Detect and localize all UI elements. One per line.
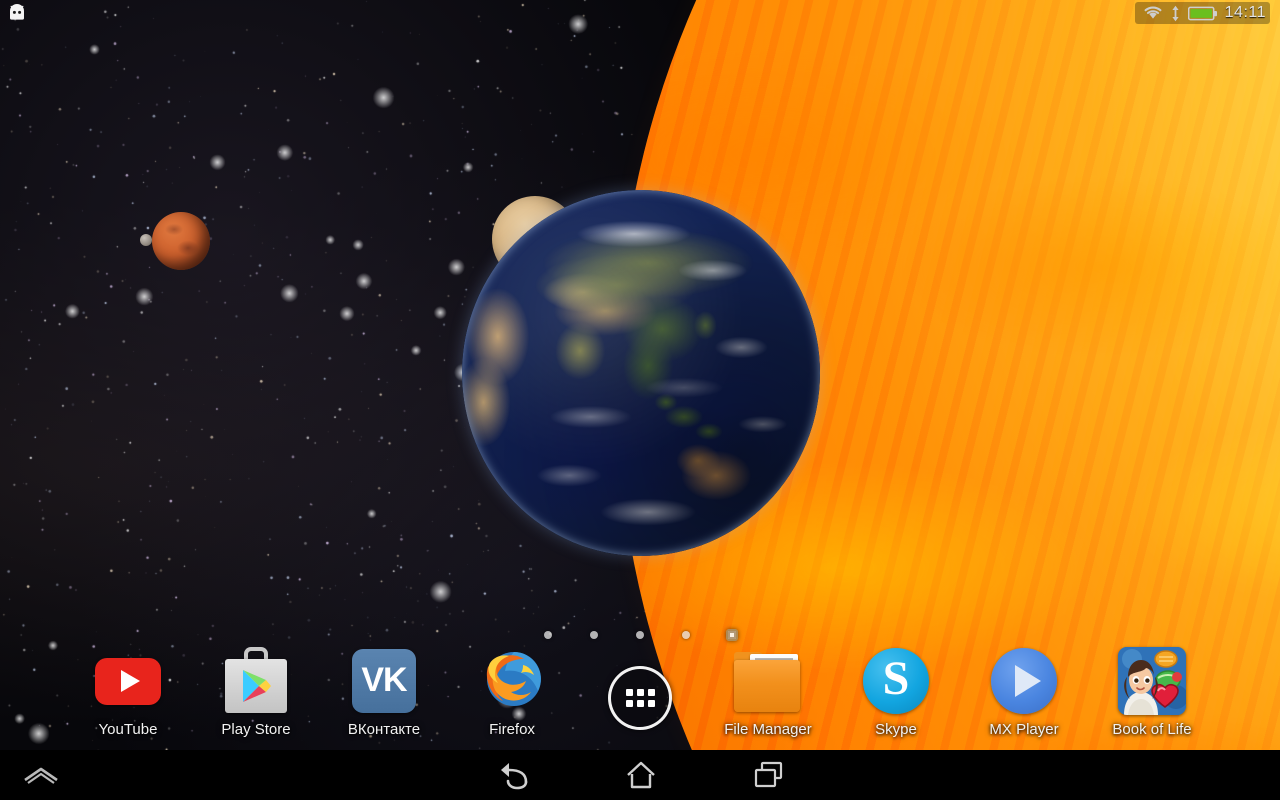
- wifi-icon: [1144, 6, 1162, 19]
- home-icon: [627, 761, 655, 789]
- page-indicator-dot-2[interactable]: [590, 631, 598, 639]
- app-drawer-button[interactable]: [608, 666, 672, 730]
- play-store-icon: [220, 645, 292, 717]
- dock-item-skype[interactable]: S Skype: [840, 645, 952, 737]
- android-home-screen: 14:11 YouTube Play Store VK ВКонтакте Fi…: [0, 0, 1280, 800]
- page-indicator-dot-1[interactable]: [544, 631, 552, 639]
- dock-label-firefox: Firefox: [489, 721, 535, 738]
- file-manager-icon: [732, 645, 804, 717]
- dock-item-mx-player[interactable]: MX Player: [968, 645, 1080, 737]
- dock-item-vkontakte[interactable]: VK ВКонтакте: [328, 645, 440, 737]
- sync-updown-icon: [1172, 5, 1179, 21]
- page-indicator-dot-3[interactable]: [636, 631, 644, 639]
- dock-label-file-manager: File Manager: [724, 721, 812, 738]
- dock-item-firefox[interactable]: Firefox: [456, 645, 568, 737]
- mx-player-icon: [988, 645, 1060, 717]
- dock-item-youtube[interactable]: YouTube: [72, 645, 184, 737]
- nav-home-button[interactable]: [610, 750, 672, 800]
- nav-back-button[interactable]: [482, 750, 544, 800]
- navigation-bar: [0, 750, 1280, 800]
- android-robot-icon: [10, 4, 24, 20]
- dock-item-file-manager[interactable]: File Manager: [712, 645, 824, 737]
- dock-label-vkontakte: ВКонтакте: [347, 721, 421, 738]
- page-indicator-dot-5[interactable]: [726, 629, 738, 641]
- dock-label-book-of-life: Book of Life: [1112, 721, 1192, 738]
- status-bar-clock: 14:11: [1224, 4, 1266, 21]
- back-arrow-icon: [501, 763, 528, 790]
- dock-label-mx-player: MX Player: [989, 721, 1059, 738]
- dock-item-book-of-life[interactable]: Book of Life: [1096, 645, 1208, 737]
- book-of-life-icon: [1116, 645, 1188, 717]
- dock-label-skype: Skype: [875, 721, 917, 738]
- recents-icon: [754, 761, 783, 788]
- nav-recent-apps-button[interactable]: [738, 750, 800, 800]
- battery-full-icon: [1187, 6, 1217, 20]
- mars-moon: [140, 234, 152, 246]
- apps-grid-icon: [625, 689, 655, 707]
- skype-icon: S: [860, 645, 932, 717]
- chevron-up-icon: [24, 767, 58, 784]
- earth-planet: [462, 190, 820, 556]
- dock-item-play-store[interactable]: Play Store: [200, 645, 312, 737]
- firefox-icon: [476, 645, 548, 717]
- dock-label-youtube: YouTube: [98, 721, 158, 738]
- status-bar: 14:11: [0, 0, 1280, 26]
- earth-atmosphere-rim: [462, 190, 820, 556]
- status-bar-system-icons[interactable]: 14:11: [1134, 2, 1270, 24]
- youtube-icon: [92, 645, 164, 717]
- dock-label-play-store: Play Store: [221, 721, 291, 738]
- mars-planet: [152, 212, 210, 270]
- page-indicator: [0, 629, 1280, 643]
- page-indicator-dot-4[interactable]: [682, 631, 690, 639]
- vk-icon: VK: [348, 645, 420, 717]
- nav-expand-button[interactable]: [10, 750, 72, 800]
- status-bar-notifications[interactable]: [6, 4, 28, 22]
